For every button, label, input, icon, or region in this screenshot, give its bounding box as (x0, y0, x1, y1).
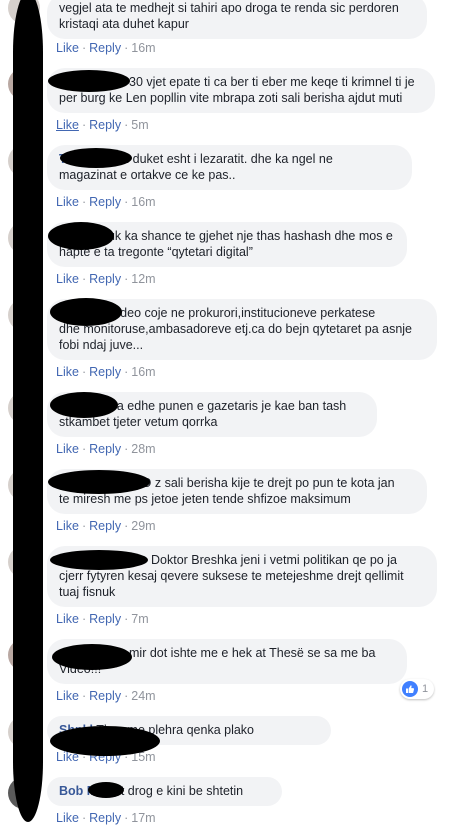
comment-actions: Like · Reply · 16m (56, 364, 156, 380)
like-link[interactable]: Like (56, 41, 79, 55)
comment-text-line: kristaqi ata duhet kapur (59, 17, 189, 31)
separator: · (81, 811, 87, 825)
like-link[interactable]: Like (56, 195, 79, 209)
comment-actions: Like · Reply · 28m (56, 441, 156, 457)
timestamp[interactable]: 16m (131, 365, 155, 379)
redaction-bar (13, 0, 43, 822)
comment-text-line: dhe monitoruse,ambasadoreve etj.ca do be… (59, 322, 413, 336)
reply-link[interactable]: Reply (89, 365, 121, 379)
redaction-blob (48, 70, 130, 92)
comment-actions: Like · Reply · 5m (56, 117, 149, 133)
comment-actions: Like · Reply · 7m (56, 611, 149, 627)
comment-text-line: cjerr fytyren kesaj qevere suksese te me… (59, 569, 404, 583)
separator: · (81, 195, 87, 209)
comment-actions: Like · Reply · 16m (56, 194, 156, 210)
separator: · (124, 442, 129, 456)
like-link[interactable]: Like (56, 519, 79, 533)
timestamp[interactable]: 12m (131, 272, 155, 286)
reply-link[interactable]: Reply (89, 195, 121, 209)
reaction-number: 1 (422, 683, 429, 695)
timestamp[interactable]: 28m (131, 442, 155, 456)
separator: · (124, 689, 129, 703)
separator: · (124, 519, 129, 533)
reply-link[interactable]: Reply (89, 272, 121, 286)
redaction-blob (88, 782, 124, 798)
comment-actions: Like · Reply · 12m (56, 271, 156, 287)
timestamp[interactable]: 24m (131, 689, 155, 703)
separator: · (124, 811, 129, 825)
timestamp[interactable]: 7m (131, 612, 148, 626)
timestamp[interactable]: 17m (131, 811, 155, 825)
comment-text-line: fobi ndaj juve... (59, 338, 144, 352)
redaction-blob (52, 644, 132, 670)
like-link[interactable]: Like (56, 442, 79, 456)
redaction-blob (48, 222, 114, 250)
separator: · (81, 689, 87, 703)
thumbs-up-icon (402, 681, 418, 697)
redaction-blob (50, 392, 118, 418)
comment-bubble: Bob M kreit drog e kini be shtetin (47, 777, 282, 806)
comment-text: O z sali berisha kije te drejt po pun te… (138, 476, 395, 490)
separator: · (124, 272, 129, 286)
separator: · (81, 519, 87, 533)
reply-link[interactable]: Reply (89, 811, 121, 825)
comment-text-line: magazinat e ortakve ce ke pas.. (59, 168, 236, 182)
comment-actions: Like · Reply · 17m (56, 810, 156, 826)
separator: · (81, 41, 87, 55)
comment-text-line: vegjel ata te medhejt si tahiri apo drog… (59, 1, 399, 15)
separator: · (124, 41, 129, 55)
reply-link[interactable]: Reply (89, 118, 121, 132)
comment-text-line: per burg ke Len popllin vite mbrapa zoti… (59, 91, 403, 105)
separator: · (81, 118, 87, 132)
separator: · (124, 118, 129, 132)
redaction-blob (50, 550, 148, 570)
reply-link[interactable]: Reply (89, 519, 121, 533)
timestamp[interactable]: 16m (131, 195, 155, 209)
like-link[interactable]: Like (56, 118, 79, 132)
like-link[interactable]: Like (56, 811, 79, 825)
separator: · (124, 365, 129, 379)
comment-feed: vegjel ata te medhejt si tahiri apo drog… (0, 0, 468, 827)
comment-text-line: tuaj fisnuk (59, 585, 116, 599)
redaction-blob (50, 298, 122, 326)
separator: · (124, 195, 129, 209)
comment-text-line: stkambet tjeter vetum qorrka (59, 415, 218, 429)
separator: · (81, 365, 87, 379)
reply-link[interactable]: Reply (89, 612, 121, 626)
reply-link[interactable]: Reply (89, 41, 121, 55)
like-link[interactable]: Like (56, 689, 79, 703)
comment-text-line: hapte e ta tregonte “qytetari digital” (59, 245, 253, 259)
reaction-count[interactable]: 1 (400, 679, 435, 699)
redaction-blob (60, 148, 132, 168)
reply-link[interactable]: Reply (89, 442, 121, 456)
timestamp[interactable]: 5m (131, 118, 148, 132)
comment-actions: Like · Reply · 29m (56, 518, 156, 534)
comment-bubble: vegjel ata te medhejt si tahiri apo drog… (47, 0, 427, 39)
comment-actions: Like · Reply · 24m (56, 688, 156, 704)
timestamp[interactable]: 29m (131, 519, 155, 533)
separator: · (124, 612, 129, 626)
redaction-blob (48, 470, 150, 494)
comment-text: a edhe punen e gazetaris je kae ban tash (113, 399, 347, 413)
timestamp[interactable]: 16m (131, 41, 155, 55)
separator: · (81, 612, 87, 626)
like-link[interactable]: Like (56, 365, 79, 379)
comment-actions: Like · Reply · 16m (56, 40, 156, 56)
redaction-blob (50, 726, 160, 756)
like-link[interactable]: Like (56, 272, 79, 286)
like-link[interactable]: Like (56, 612, 79, 626)
reply-link[interactable]: Reply (89, 689, 121, 703)
separator: · (81, 272, 87, 286)
separator: · (81, 442, 87, 456)
